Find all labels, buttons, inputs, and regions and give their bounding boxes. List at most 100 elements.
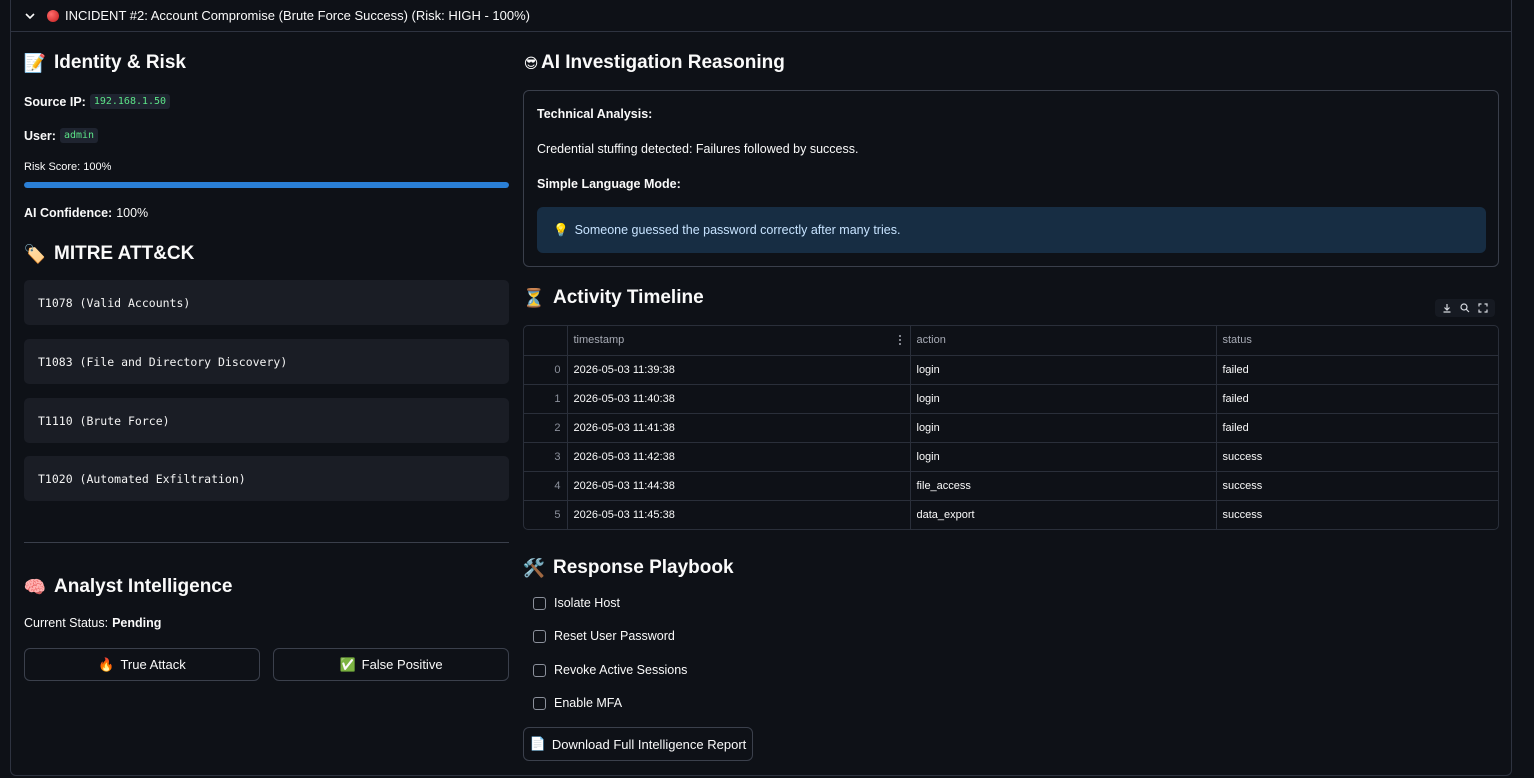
table-row[interactable]: 1 2026-05-03 11:40:38 login failed	[524, 384, 1498, 414]
playbook-item-label: Isolate Host	[554, 596, 621, 610]
cell-timestamp[interactable]: 2026-05-03 11:42:38	[567, 442, 911, 472]
simple-language-label: Simple Language Mode:	[537, 177, 681, 191]
cell-status[interactable]: success	[1216, 442, 1498, 472]
download-report-label: Download Full Intelligence Report	[551, 736, 747, 752]
hourglass-icon: ⏳	[522, 287, 546, 308]
column-header-timestamp[interactable]: timestamp	[567, 326, 911, 356]
confidence-row: AI Confidence: 100%	[24, 206, 148, 220]
row-index: 3	[524, 442, 568, 472]
user-label: User:	[24, 128, 56, 143]
timeline-heading-text: Activity Timeline	[553, 287, 704, 308]
table-row[interactable]: 4 2026-05-03 11:44:38 file_access succes…	[524, 471, 1498, 501]
mitre-heading-text: MITRE ATT&CK	[54, 243, 195, 264]
user-row: User: admin	[24, 128, 99, 143]
column-menu-icon[interactable]	[898, 334, 902, 346]
technical-analysis-text: Credential stuffing detected: Failures f…	[537, 142, 859, 156]
memo-icon: 📝	[23, 52, 47, 73]
cell-status[interactable]: failed	[1216, 413, 1498, 443]
mitre-item: T1110 (Brute Force)	[24, 398, 509, 443]
fullscreen-icon[interactable]	[1477, 302, 1489, 314]
cell-timestamp[interactable]: 2026-05-03 11:44:38	[567, 471, 911, 501]
playbook-item-label: Enable MFA	[554, 696, 623, 710]
download-report-button[interactable]: 📄 Download Full Intelligence Report	[523, 727, 753, 761]
table-row[interactable]: 5 2026-05-03 11:45:38 data_export succes…	[524, 500, 1498, 529]
search-icon[interactable]	[1459, 302, 1471, 314]
cell-action[interactable]: login	[910, 442, 1217, 472]
true-attack-label: True Attack	[120, 657, 186, 672]
document-icon: 📄	[529, 736, 546, 751]
identity-heading-text: Identity & Risk	[54, 52, 186, 73]
cell-timestamp[interactable]: 2026-05-03 11:39:38	[567, 355, 911, 385]
table-row[interactable]: 2 2026-05-03 11:41:38 login failed	[524, 413, 1498, 443]
cell-action[interactable]: data_export	[910, 500, 1217, 529]
face-icon: 😎	[523, 54, 539, 71]
incident-expander: INCIDENT #2: Account Compromise (Brute F…	[10, 0, 1512, 776]
timeline-heading: ⏳ Activity Timeline	[523, 287, 704, 309]
column-header-status[interactable]: status	[1216, 326, 1498, 356]
table-row[interactable]: 3 2026-05-03 11:42:38 login success	[524, 442, 1498, 472]
simple-language-callout: 💡 Someone guessed the password correctly…	[537, 207, 1486, 253]
column-header-timestamp-label: timestamp	[573, 334, 625, 347]
table-header-row: timestamp action status	[524, 326, 1498, 356]
cell-timestamp[interactable]: 2026-05-03 11:45:38	[567, 500, 911, 529]
mitre-item: T1020 (Automated Exfiltration)	[24, 456, 509, 501]
table-toolbar	[1435, 299, 1495, 317]
checkbox[interactable]	[533, 696, 546, 710]
check-mark-icon: ✅	[339, 656, 356, 672]
risk-progress-bar	[24, 182, 509, 188]
red-circle-icon	[47, 9, 59, 22]
light-bulb-icon: 💡	[553, 222, 569, 237]
brain-icon: 🧠	[23, 576, 47, 597]
cell-status[interactable]: failed	[1216, 384, 1498, 414]
index-column-header	[524, 326, 568, 356]
tag-icon: 🏷️	[23, 243, 47, 264]
chevron-down-icon	[23, 9, 37, 23]
cell-status[interactable]: failed	[1216, 355, 1498, 385]
mitre-item: T1078 (Valid Accounts)	[24, 280, 509, 325]
checkbox[interactable]	[533, 629, 546, 643]
cell-action[interactable]: login	[910, 355, 1217, 385]
playbook-checkbox-reset-password[interactable]: Reset User Password	[533, 629, 675, 643]
checkbox[interactable]	[533, 596, 546, 610]
fire-icon: 🔥	[98, 656, 115, 672]
incident-expander-header[interactable]: INCIDENT #2: Account Compromise (Brute F…	[11, 0, 1511, 32]
checkbox[interactable]	[533, 663, 546, 677]
source-ip-value: 192.168.1.50	[89, 94, 171, 109]
simple-language-text: Someone guessed the password correctly a…	[574, 223, 901, 237]
reasoning-heading: 😎 AI Investigation Reasoning	[523, 52, 785, 74]
false-positive-button[interactable]: ✅ False Positive	[273, 648, 509, 681]
table-row[interactable]: 0 2026-05-03 11:39:38 login failed	[524, 355, 1498, 385]
column-header-action[interactable]: action	[910, 326, 1217, 356]
identity-heading: 📝 Identity & Risk	[24, 52, 186, 74]
reasoning-heading-text: AI Investigation Reasoning	[541, 52, 785, 73]
download-icon[interactable]	[1441, 302, 1453, 314]
cell-timestamp[interactable]: 2026-05-03 11:41:38	[567, 413, 911, 443]
cell-action[interactable]: login	[910, 384, 1217, 414]
cell-status[interactable]: success	[1216, 500, 1498, 529]
cell-timestamp[interactable]: 2026-05-03 11:40:38	[567, 384, 911, 414]
reasoning-box: Technical Analysis: Credential stuffing …	[523, 90, 1499, 267]
confidence-value: 100%	[116, 206, 149, 220]
playbook-heading-text: Response Playbook	[553, 557, 734, 578]
row-index: 4	[524, 471, 568, 501]
row-index: 5	[524, 500, 568, 529]
confidence-label: AI Confidence:	[24, 206, 113, 220]
playbook-item-label: Reset User Password	[554, 629, 675, 643]
playbook-checkbox-revoke-sessions[interactable]: Revoke Active Sessions	[533, 663, 687, 677]
playbook-checkbox-enable-mfa[interactable]: Enable MFA	[533, 696, 622, 710]
risk-progress-fill	[24, 182, 509, 188]
cell-action[interactable]: login	[910, 413, 1217, 443]
row-index: 2	[524, 413, 568, 443]
current-status-row: Current Status: Pending	[24, 616, 165, 630]
playbook-item-label: Revoke Active Sessions	[554, 663, 688, 677]
source-ip-label: Source IP:	[24, 94, 86, 109]
section-divider	[24, 542, 509, 543]
playbook-checkbox-isolate-host[interactable]: Isolate Host	[533, 596, 620, 610]
true-attack-button[interactable]: 🔥 True Attack	[24, 648, 260, 681]
false-positive-label: False Positive	[361, 657, 443, 672]
cell-status[interactable]: success	[1216, 471, 1498, 501]
source-ip-row: Source IP: 192.168.1.50	[24, 94, 171, 109]
current-status-value: Pending	[112, 616, 162, 630]
cell-action[interactable]: file_access	[910, 471, 1217, 501]
mitre-heading: 🏷️ MITRE ATT&CK	[23, 243, 195, 265]
